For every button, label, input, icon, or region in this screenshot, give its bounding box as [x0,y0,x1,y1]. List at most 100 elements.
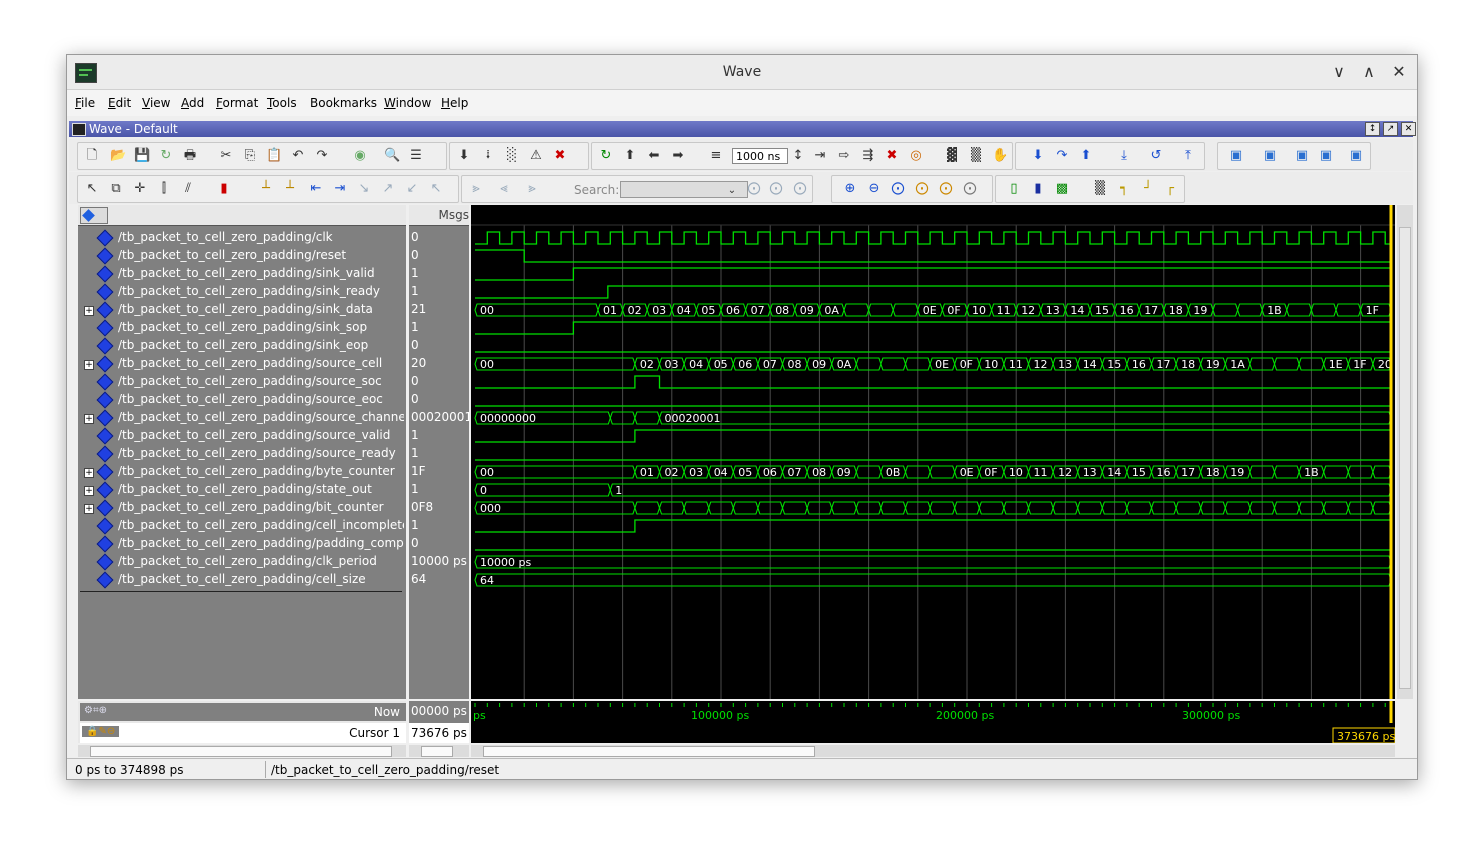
expand-icon[interactable]: + [84,504,94,514]
cursor-icons[interactable]: 🔒✎⊖ [82,726,120,737]
dataflow-icon[interactable]: ▮ [216,182,232,196]
save-icon[interactable]: 💾 [134,149,150,163]
vertical-scroll-thumb[interactable] [1399,227,1411,689]
wave-format-5-icon[interactable]: ┑ [1116,182,1132,196]
names-hscrollbar[interactable] [78,745,406,757]
compare-icon[interactable]: ⫽ [180,182,196,196]
menu-help[interactable]: Help [441,96,468,110]
signal-row[interactable]: /tb_packet_to_cell_zero_padding/reset [78,247,406,265]
restart-icon[interactable]: ↻ [598,149,614,163]
select-cursor-icon[interactable]: ↖ [84,182,100,196]
layout-menu-icon[interactable] [80,207,108,224]
signal-row[interactable]: /tb_packet_to_cell_zero_padding/cell_siz… [78,571,406,589]
layout-4-icon[interactable]: ▣ [1318,149,1334,163]
insert-icon[interactable]: ◉ [352,149,368,163]
expand-icon[interactable]: + [84,360,94,370]
signal-row[interactable]: /tb_packet_to_cell_zero_padding/sink_sop [78,319,406,337]
waveform-pane[interactable]: 00 01 02 03 04 05 06 07 08 09 0A 0E 0F 10 11 12 13 14 15 16… [471,205,1395,699]
edit-mode-icon[interactable]: ⫿ [156,182,172,196]
wave-format-3-icon[interactable]: ▩ [1054,182,1070,196]
close-icon[interactable]: ✕ [1389,62,1409,82]
menu-bookmarks[interactable]: Bookmarks [310,96,377,110]
signal-row[interactable]: /tb_packet_to_cell_zero_padding/padding_… [78,535,406,553]
step-up-icon[interactable]: ⤒ [1180,149,1196,163]
signal-row[interactable]: + /tb_packet_to_cell_zero_padding/state_o… [78,481,406,499]
right-arrow-icon[interactable]: ➡ [670,149,686,163]
compile-all-icon[interactable]: ⭭ [480,149,496,163]
expand-icon[interactable]: + [84,306,94,316]
signal-row[interactable]: + /tb_packet_to_cell_zero_padding/source_… [78,409,406,427]
zoom-full-icon[interactable]: ⨀ [890,182,906,196]
step-over-icon[interactable]: ▒ [968,149,984,163]
vertical-scrollbar[interactable] [1397,205,1413,699]
format-icon[interactable]: ☰ [408,149,424,163]
signal-row[interactable]: /tb_packet_to_cell_zero_padding/sink_val… [78,265,406,283]
run-icon[interactable]: ⇥ [812,149,828,163]
zoom-mode-icon[interactable]: ⧉ [108,182,124,196]
break-icon[interactable]: ⚠ [528,149,544,163]
prev-edge-icon[interactable]: ⇤ [308,182,324,196]
signal-row[interactable]: /tb_packet_to_cell_zero_padding/sink_eop [78,337,406,355]
expand-icon[interactable]: + [84,468,94,478]
signal-row[interactable]: /tb_packet_to_cell_zero_padding/clk_peri… [78,553,406,571]
expand-icon[interactable]: + [84,414,94,424]
signal-row[interactable]: /tb_packet_to_cell_zero_padding/source_e… [78,391,406,409]
names-hscroll-thumb[interactable] [90,746,392,757]
zoom-cursor-icon[interactable]: ⨀ [914,182,930,196]
compile-icon[interactable]: ⬇ [456,149,472,163]
menu-tools[interactable]: Tools [267,96,297,110]
break-sim-icon[interactable]: ✖ [884,149,900,163]
zoom-range-icon[interactable]: ⨀ [938,182,954,196]
layout-2-icon[interactable]: ▣ [1262,149,1278,163]
wave-format-4-icon[interactable]: ▒ [1092,182,1108,196]
menu-window[interactable]: Window [384,96,431,110]
paste-icon[interactable]: 📋 [266,149,282,163]
hand-icon[interactable]: ✋ [992,149,1008,163]
layout-3-icon[interactable]: ▣ [1294,149,1310,163]
wave-format-2-icon[interactable]: ▮ [1030,182,1046,196]
layout-1-icon[interactable]: ▣ [1228,149,1244,163]
print-icon[interactable]: 🖶 [182,149,198,163]
signal-row[interactable]: /tb_packet_to_cell_zero_padding/source_v… [78,427,406,445]
wave-format-7-icon[interactable]: ┌ [1162,182,1178,196]
step-out-icon[interactable]: ⬆ [1078,149,1094,163]
new-icon[interactable]: 🗋 [84,149,100,163]
signal-row[interactable]: /tb_packet_to_cell_zero_padding/clk [78,229,406,247]
left-arrow-icon[interactable]: ⬅ [646,149,662,163]
delete-cursor-icon[interactable]: ┴ [282,182,298,196]
maximize-icon[interactable]: ∧ [1359,62,1379,82]
signal-row[interactable]: + /tb_packet_to_cell_zero_padding/source_… [78,355,406,373]
menu-view[interactable]: View [142,96,170,110]
waveform-canvas[interactable]: 00 01 02 03 04 05 06 07 08 09 0A 0E 0F 10 11 12 13 14 15 16… [471,205,1395,699]
minimize-icon[interactable]: ∨ [1329,62,1349,82]
wave-hscroll-thumb[interactable] [483,746,815,757]
cut-icon[interactable]: ✂ [218,149,234,163]
continue-icon[interactable]: ⇨ [836,149,852,163]
expand-icon[interactable]: + [84,486,94,496]
values-hscroll-thumb[interactable] [421,746,453,757]
signal-row[interactable]: /tb_packet_to_cell_zero_padding/cell_inc… [78,517,406,535]
undo-icon[interactable]: ↶ [290,149,306,163]
menu-file[interactable]: File [75,96,95,110]
stop-icon[interactable]: ✖ [552,149,568,163]
zoom-last-icon[interactable]: ⨀ [962,182,978,196]
redo-icon[interactable]: ↷ [314,149,330,163]
step-back-icon[interactable]: ⤓ [1116,149,1132,163]
signal-row[interactable]: + /tb_packet_to_cell_zero_padding/byte_co… [78,463,406,481]
now-icons[interactable]: ⚙⌗⊕ [84,705,107,716]
zoom-in-icon[interactable]: ⊕ [842,182,858,196]
signal-row[interactable]: /tb_packet_to_cell_zero_padding/source_s… [78,373,406,391]
open-icon[interactable]: 📂 [110,149,126,163]
menu-format[interactable]: Format [216,96,258,110]
menu-add[interactable]: Add [181,96,204,110]
insert-cursor-icon[interactable]: ┴ [258,182,274,196]
values-hscrollbar[interactable] [409,745,469,757]
dock-icon[interactable]: ↕ [1365,122,1380,136]
stop-sim-icon[interactable]: ◎ [908,149,924,163]
signal-row[interactable]: + /tb_packet_to_cell_zero_padding/sink_da… [78,301,406,319]
up-arrow-icon[interactable]: ⬆ [622,149,638,163]
close-pane-icon[interactable]: ✕ [1401,122,1416,136]
run-all-icon[interactable]: ⇶ [860,149,876,163]
find-icon[interactable]: 🔍 [384,149,400,163]
reload-icon[interactable]: ↻ [158,149,174,163]
